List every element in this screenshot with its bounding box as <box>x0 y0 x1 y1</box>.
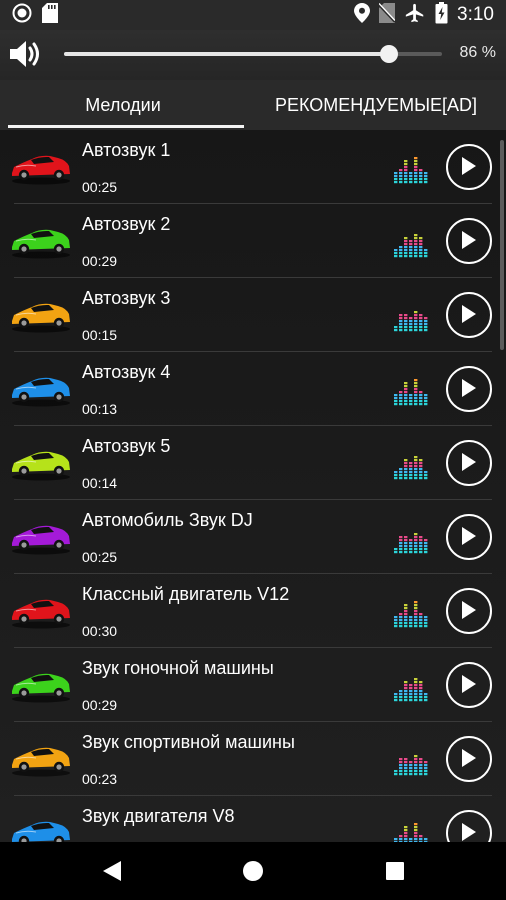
equalizer-icon <box>394 448 428 480</box>
track-title: Автозвук 5 <box>82 436 171 456</box>
equalizer-icon <box>394 300 428 332</box>
track-row[interactable]: Автозвук 2 00:29 <box>0 204 506 278</box>
car-icon <box>10 517 72 557</box>
track-row[interactable]: Автозвук 5 00:14 <box>0 426 506 500</box>
track-title: Звук спортивной машины <box>82 732 295 752</box>
track-duration: 00:29 <box>82 697 118 713</box>
home-icon[interactable] <box>242 860 264 887</box>
track-duration: 00:29 <box>82 253 118 269</box>
equalizer-icon <box>394 522 428 554</box>
play-button[interactable] <box>446 144 492 190</box>
play-icon <box>462 749 476 767</box>
car-icon <box>10 591 72 631</box>
track-title: Автозвук 2 <box>82 214 171 234</box>
track-row[interactable]: Автозвук 1 00:25 <box>0 130 506 204</box>
status-bar: 3:10 <box>0 0 506 30</box>
car-icon <box>10 813 72 842</box>
navigation-bar <box>0 842 506 900</box>
track-row[interactable]: Звук спортивной машины 00:23 <box>0 722 506 796</box>
play-button[interactable] <box>446 440 492 486</box>
track-duration: 00:25 <box>82 179 118 195</box>
car-icon <box>10 665 72 705</box>
airplane-icon <box>404 2 426 29</box>
play-button[interactable] <box>446 292 492 338</box>
play-button[interactable] <box>446 810 492 842</box>
tab-recommended[interactable]: РЕКОМЕНДУЕМЫЕ[AD] <box>246 80 506 130</box>
track-duration: 00:23 <box>82 771 118 787</box>
car-icon <box>10 739 72 779</box>
equalizer-icon <box>394 374 428 406</box>
play-icon <box>462 453 476 471</box>
play-button[interactable] <box>446 588 492 634</box>
equalizer-icon <box>394 226 428 258</box>
volume-slider[interactable] <box>64 45 442 63</box>
car-icon <box>10 147 72 187</box>
track-row[interactable]: Звук двигателя V8 <box>0 796 506 842</box>
back-icon[interactable] <box>101 859 123 888</box>
clock: 3:10 <box>457 4 494 25</box>
equalizer-icon <box>394 744 428 776</box>
track-title: Звук гоночной машины <box>82 658 274 678</box>
track-duration: 00:15 <box>82 327 118 343</box>
track-row[interactable]: Автозвук 3 00:15 <box>0 278 506 352</box>
play-button[interactable] <box>446 366 492 412</box>
play-icon <box>462 379 476 397</box>
car-icon <box>10 295 72 335</box>
track-duration: 00:30 <box>82 623 118 639</box>
play-button[interactable] <box>446 662 492 708</box>
play-icon <box>462 231 476 249</box>
volume-percent: 86 % <box>459 44 496 61</box>
car-icon <box>10 221 72 261</box>
play-icon <box>462 823 476 841</box>
track-list[interactable]: Автозвук 1 00:25 Автозвук 2 00:29 Автозв… <box>0 130 506 842</box>
volume-slider-fill <box>64 52 390 56</box>
track-row[interactable]: Звук гоночной машины 00:29 <box>0 648 506 722</box>
no-sim-icon <box>378 2 396 28</box>
sd-card-icon <box>42 2 58 28</box>
track-title: Автозвук 3 <box>82 288 171 308</box>
equalizer-icon <box>394 596 428 628</box>
tab-label: Мелодии <box>85 94 161 115</box>
volume-bar: 86 % <box>0 30 506 80</box>
battery-charging-icon <box>435 1 448 29</box>
equalizer-icon <box>394 670 428 702</box>
play-icon <box>462 527 476 545</box>
tab-active-indicator <box>8 125 244 128</box>
play-icon <box>462 601 476 619</box>
track-duration: 00:25 <box>82 549 118 565</box>
track-row[interactable]: Классный двигатель V12 00:30 <box>0 574 506 648</box>
play-icon <box>462 675 476 693</box>
equalizer-icon <box>394 152 428 184</box>
track-title: Автозвук 4 <box>82 362 171 382</box>
track-title: Звук двигателя V8 <box>82 806 235 826</box>
tab-bar: Мелодии РЕКОМЕНДУЕМЫЕ[AD] <box>0 80 506 130</box>
car-icon <box>10 443 72 483</box>
location-icon <box>354 2 371 28</box>
car-icon <box>10 369 72 409</box>
equalizer-icon <box>394 818 428 842</box>
record-icon <box>12 3 32 28</box>
volume-slider-thumb[interactable] <box>380 45 399 63</box>
recents-icon[interactable] <box>385 861 405 886</box>
tab-label: РЕКОМЕНДУЕМЫЕ[AD] <box>274 94 478 115</box>
play-button[interactable] <box>446 218 492 264</box>
volume-icon[interactable] <box>8 38 44 75</box>
play-button[interactable] <box>446 736 492 782</box>
track-duration: 00:13 <box>82 401 118 417</box>
track-row[interactable]: Автозвук 4 00:13 <box>0 352 506 426</box>
play-icon <box>462 157 476 175</box>
track-title: Автозвук 1 <box>82 140 171 160</box>
tab-melodies[interactable]: Мелодии <box>0 80 246 130</box>
track-title: Классный двигатель V12 <box>82 584 290 604</box>
play-button[interactable] <box>446 514 492 560</box>
track-row[interactable]: Автомобиль Звук DJ 00:25 <box>0 500 506 574</box>
track-duration: 00:14 <box>82 475 118 491</box>
track-title: Автомобиль Звук DJ <box>82 510 253 530</box>
play-icon <box>462 305 476 323</box>
